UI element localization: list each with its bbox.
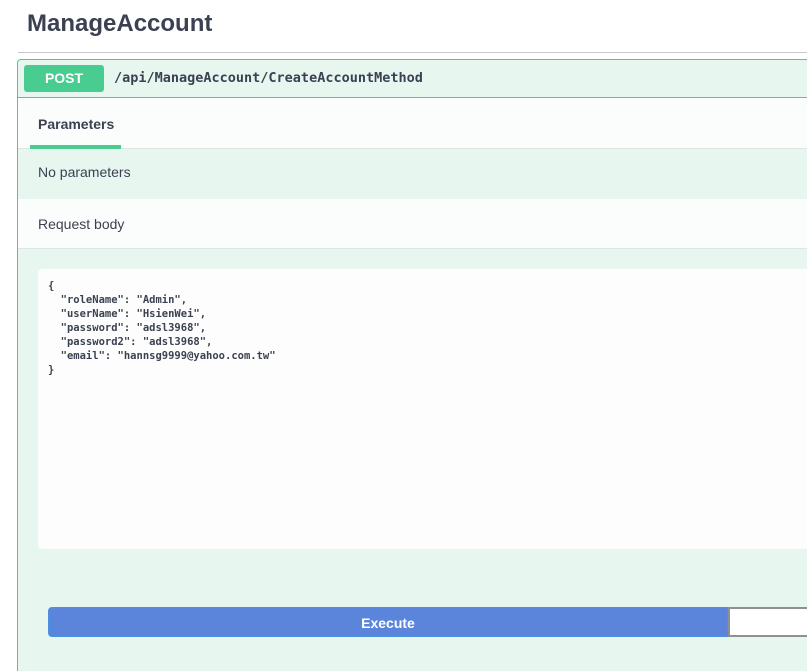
method-badge[interactable]: POST <box>24 65 104 92</box>
tag-title[interactable]: ManageAccount <box>27 10 212 38</box>
endpoint-path[interactable]: /api/ManageAccount/CreateAccountMethod <box>114 70 423 86</box>
tab-parameters-label: Parameters <box>38 116 115 132</box>
swagger-page: ManageAccount POST /api/ManageAccount/Cr… <box>0 0 807 671</box>
clear-button[interactable] <box>728 607 807 637</box>
execute-button[interactable]: Execute <box>48 607 728 637</box>
request-body-header: Request body <box>18 199 807 249</box>
no-parameters-text: No parameters <box>38 164 131 180</box>
tab-parameters[interactable]: Parameters <box>30 98 121 149</box>
request-body-label: Request body <box>38 216 125 232</box>
operation-summary[interactable]: POST /api/ManageAccount/CreateAccountMet… <box>18 60 807 98</box>
request-body-editor[interactable]: { "roleName": "Admin", "userName": "Hsie… <box>38 269 807 549</box>
operation-block-post: POST /api/ManageAccount/CreateAccountMet… <box>17 59 807 671</box>
request-body-json[interactable]: { "roleName": "Admin", "userName": "Hsie… <box>48 279 807 377</box>
tag-divider <box>18 52 807 53</box>
parameters-tab-bar: Parameters <box>18 98 807 149</box>
